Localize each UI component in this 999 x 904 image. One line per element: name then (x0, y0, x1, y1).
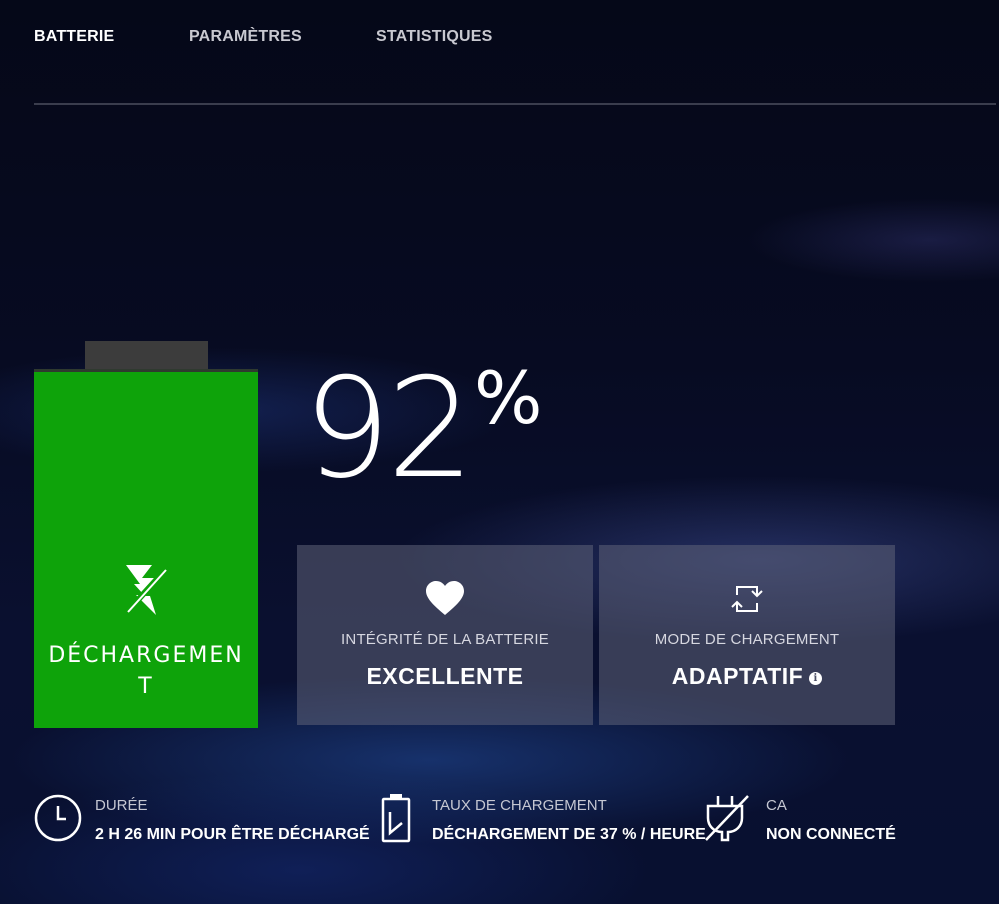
stat-duration-label: DURÉE (95, 797, 148, 814)
battery-percent-unit: % (474, 356, 543, 440)
charging-mode-value: ADAPTATIF (671, 663, 804, 689)
battery-health-card: INTÉGRITÉ DE LA BATTERIE EXCELLENTE (297, 545, 593, 725)
battery-cap (85, 341, 208, 370)
discharging-icon (122, 562, 172, 618)
clock-icon (34, 792, 84, 847)
battery-health-value: EXCELLENTE (366, 663, 524, 689)
tab-parametres[interactable]: PARAMÈTRES (189, 28, 302, 46)
battery-percent-value: 92 (303, 348, 475, 509)
stat-duration-value: 2 H 26 MIN POUR ÊTRE DÉCHARGÉ (95, 826, 370, 843)
tab-batterie[interactable]: BATTERIE (34, 28, 114, 46)
stat-ac-label: CA (766, 797, 787, 814)
plug-off-icon (704, 792, 752, 849)
refresh-icon (599, 581, 895, 617)
battery-status-label: DÉCHARGEMENT (48, 643, 244, 699)
charging-mode-card[interactable]: MODE DE CHARGEMENT ADAPTATIF i (599, 545, 895, 725)
stat-ac-value: NON CONNECTÉ (766, 826, 896, 843)
battery-health-label: INTÉGRITÉ DE LA BATTERIE (341, 631, 549, 648)
stat-charge-rate-value: DÉCHARGEMENT DE 37 % / HEURE (432, 826, 706, 843)
battery-charging-icon (380, 792, 412, 849)
tab-statistiques[interactable]: STATISTIQUES (376, 28, 492, 46)
charging-mode-value-row: ADAPTATIF i (599, 663, 895, 690)
heart-icon (297, 581, 593, 617)
info-icon[interactable]: i (809, 672, 823, 685)
stat-charge-rate-label: TAUX DE CHARGEMENT (432, 797, 607, 814)
charging-mode-label: MODE DE CHARGEMENT (654, 631, 840, 648)
tab-divider (34, 103, 996, 105)
battery-level-indicator: DÉCHARGEMENT (34, 369, 258, 728)
